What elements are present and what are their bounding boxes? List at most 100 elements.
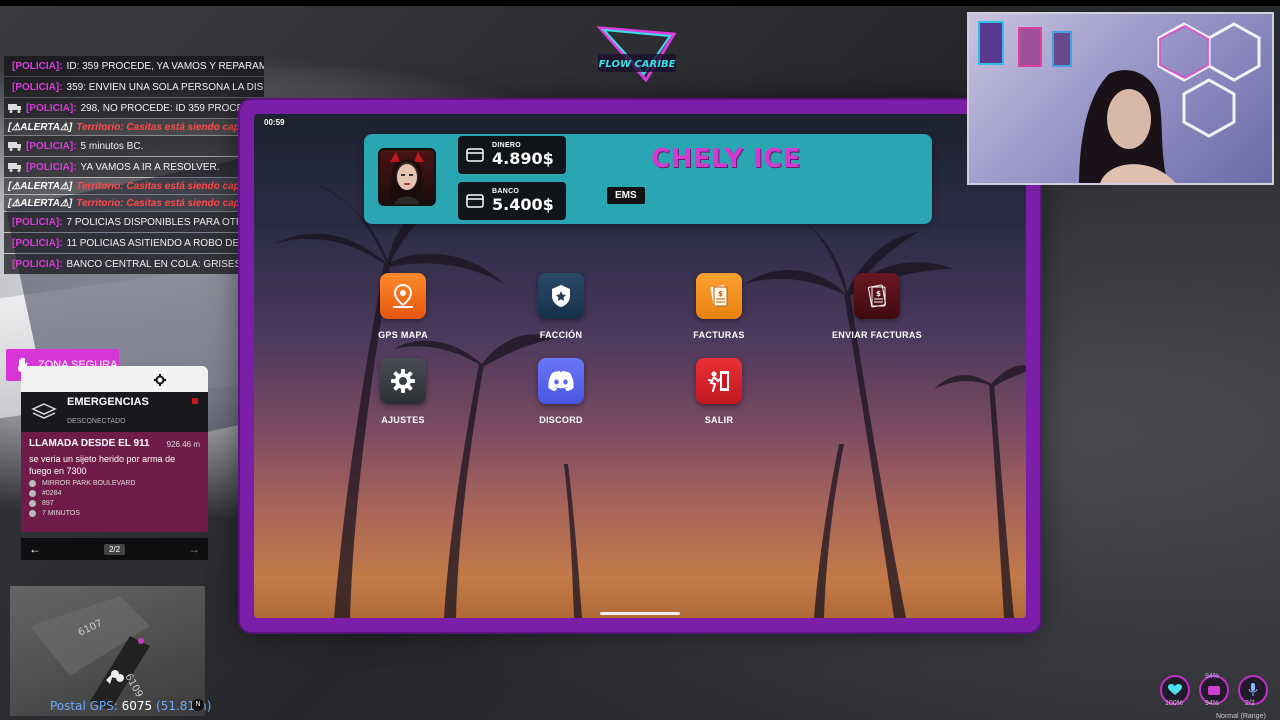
job-badge: EMS <box>607 187 645 204</box>
tablet-frame: 00:59 DINERO 4.890$ BANCO 5.400$ CHELY I… <box>240 100 1040 632</box>
chat-message: YA VAMOS A IR A RESOLVER. <box>80 161 220 173</box>
chat-line: [POLICIA]: ID: 359 PROCEDE, YA VAMOS Y RE… <box>4 56 264 76</box>
app-facturas[interactable]: $ FACTURAS <box>664 273 774 340</box>
page-indicator: 2/2 <box>103 543 126 555</box>
armor-value: 94% <box>1205 700 1220 707</box>
chat-message: ID: 359 PROCEDE, YA VAMOS Y REPARAMOS <box>66 60 264 72</box>
chat-tag: [POLICIA]: <box>26 161 77 173</box>
chat-line: [POLICIA]: 5 minutos BC. <box>4 136 264 156</box>
chat-feed: [POLICIA]: ID: 359 PROCEDE, YA VAMOS Y RE… <box>4 56 264 275</box>
person-icon <box>29 500 36 507</box>
voice-mode: Normal (Range) <box>1216 713 1266 720</box>
chat-tag: [POLICIA]: <box>25 102 77 114</box>
alert-tag: [⚠ALERTA⚠] <box>8 180 73 192</box>
voice-value: 2/2 <box>1245 700 1255 707</box>
arrow-right-icon[interactable]: → <box>188 542 200 556</box>
app-discord[interactable]: DISCORD <box>506 358 616 425</box>
heart-icon <box>1168 684 1182 695</box>
panel-tabs <box>21 366 208 392</box>
top-bar <box>0 0 1280 6</box>
pagination: ← 2/2 → <box>21 538 208 560</box>
app-gps-mapa[interactable]: GPS MAPA <box>348 273 458 340</box>
chat-line: [POLICIA]: BANCO CENTRAL EN COLA: GRISES … <box>4 254 264 274</box>
shield-icon <box>538 273 584 319</box>
minimap[interactable]: 6107 6109 <box>10 586 205 716</box>
discord-icon <box>538 358 584 404</box>
chat-line: [POLICIA]: 11 POLICIAS ASITIENDO A ROBO D… <box>4 233 264 253</box>
emergency-panel: EMERGENCIAS DESCONECTADO LLAMADA DESDE E… <box>21 366 208 562</box>
svg-text:FLOW CARIBE: FLOW CARIBE <box>599 59 676 70</box>
clock-icon <box>29 510 36 517</box>
svg-text:$: $ <box>876 290 881 298</box>
app-label: GPS MAPA <box>378 330 428 340</box>
tablet-clock: 00:59 <box>264 118 285 127</box>
layers-icon <box>31 403 57 419</box>
home-indicator[interactable] <box>600 612 680 615</box>
chat-message: 11 POLICIAS ASITIENDO A ROBO DE BANCO <box>66 237 264 249</box>
avatar <box>378 148 436 206</box>
cash-label: DINERO <box>492 142 522 149</box>
call-time: 7 MINUTOS <box>29 510 200 517</box>
chat-line: [⚠ALERTA⚠] Territorio: Casitas está siend… <box>4 195 264 211</box>
webcam-overlay <box>967 12 1274 185</box>
cash-display: DINERO 4.890$ <box>458 136 566 174</box>
chat-message: 7 POLICIAS DISPONIBLES PARA OTRA DISPO <box>66 216 264 228</box>
chat-tag: [POLICIA]: <box>12 81 63 93</box>
call-code: #0284 <box>29 490 200 497</box>
cash-icon <box>466 148 484 162</box>
armor-top-value: 94% <box>1205 673 1220 680</box>
bank-value: 5.400$ <box>492 195 554 214</box>
gear-icon[interactable] <box>154 374 166 386</box>
call-description: se veria un sijeto herido por arma de fu… <box>29 454 176 476</box>
connection-status: DESCONECTADO <box>67 418 126 425</box>
chat-line: [⚠ALERTA⚠] Territorio: Casitas está siend… <box>4 119 264 135</box>
chat-message: 5 minutos BC. <box>80 140 144 152</box>
alert-message: Territorio: Casitas está siendo capturad… <box>76 197 264 209</box>
alert-message: Territorio: Casitas está siendo capturad… <box>76 121 264 133</box>
chat-message: 298, NO PROCEDE: ID 359 PROCEDE. <box>80 102 260 114</box>
invoice-icon: $ <box>696 273 742 319</box>
cash-value: 4.890$ <box>492 149 554 168</box>
postal-gps: Postal GPS: 6075 (51.81m) <box>50 699 212 713</box>
server-logo: FLOW CARIBE <box>596 26 677 83</box>
microphone-icon <box>1248 683 1258 696</box>
tab-home-icon[interactable] <box>61 372 75 386</box>
svg-text:$: $ <box>718 290 723 298</box>
compass-north: N <box>192 699 204 711</box>
chat-line: [POLICIA]: 359: ENVIEN UNA SOLA PERSONA L… <box>4 77 264 97</box>
chat-tag: [POLICIA]: <box>12 60 63 72</box>
arrow-left-icon[interactable]: ← <box>29 542 41 556</box>
panel-title: EMERGENCIAS <box>67 396 149 408</box>
call-card[interactable]: LLAMADA DESDE EL 911 926.46 m se veria u… <box>21 432 208 532</box>
app-label: DISCORD <box>539 415 583 425</box>
app-label: ENVIAR FACTURAS <box>831 330 922 340</box>
gear-icon <box>380 358 426 404</box>
chat-line: [POLICIA]: YA VAMOS A IR A RESOLVER. <box>4 157 264 177</box>
app-enviar-facturas[interactable]: $ ENVIAR FACTURAS <box>822 273 932 340</box>
call-distance: 926.46 m <box>166 440 200 449</box>
truck-icon <box>8 104 21 113</box>
app-ajustes[interactable]: AJUSTES <box>348 358 458 425</box>
tablet-screen: 00:59 DINERO 4.890$ BANCO 5.400$ CHELY I… <box>254 114 1026 618</box>
app-label: SALIR <box>704 415 734 425</box>
chat-line: [POLICIA]: 298, NO PROCEDE: ID 359 PROCED… <box>4 98 264 118</box>
send-invoice-icon: $ <box>854 273 900 319</box>
armor-icon <box>1208 686 1220 695</box>
chat-tag: [POLICIA]: <box>12 237 63 249</box>
app-label: AJUSTES <box>381 415 425 425</box>
location-icon <box>29 480 36 487</box>
app-salir[interactable]: SALIR <box>664 358 774 425</box>
truck-icon <box>8 163 21 172</box>
chat-tag: [POLICIA]: <box>12 216 63 228</box>
chat-tag: [POLICIA]: <box>12 258 63 270</box>
truck-icon <box>8 142 21 151</box>
status-indicator <box>192 398 198 404</box>
exit-icon <box>696 358 742 404</box>
call-street: MIRROR PARK BOULEVARD <box>29 480 200 487</box>
app-label: FACCIÓN <box>539 330 583 340</box>
map-pin-icon <box>380 273 426 319</box>
bank-label: BANCO <box>492 188 520 195</box>
app-faccion[interactable]: FACCIÓN <box>506 273 616 340</box>
chat-line: [⚠ALERTA⚠] Territorio: Casitas está siend… <box>4 178 264 194</box>
alert-tag: [⚠ALERTA⚠] <box>8 197 73 209</box>
